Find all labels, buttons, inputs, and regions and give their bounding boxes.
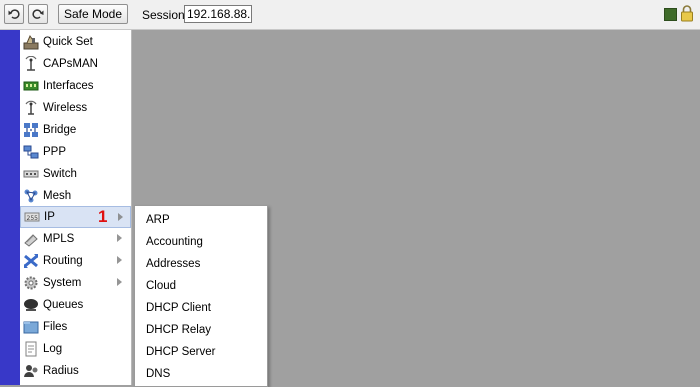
wireless-icon [23,100,39,116]
system-icon [23,275,39,291]
sidebar-item-capsman[interactable]: CAPsMAN [20,53,131,75]
radius-icon [23,363,39,379]
sidebar-item-label: CAPsMAN [43,58,98,70]
annotation-step-1: 1 [98,207,108,226]
sidebar-item-label: MPLS [43,233,75,245]
sidebar-item-label: Queues [43,299,84,311]
safe-mode-button[interactable]: Safe Mode [58,4,128,24]
sidebar-item-ppp[interactable]: PPP [20,141,131,163]
sidebar-item-label: System [43,277,82,289]
routing-icon [23,253,39,269]
lock-icon [681,5,693,22]
submenu-item-dhcp-relay[interactable]: DHCP Relay [146,320,211,340]
submenu-item-dhcp-client[interactable]: DHCP Client [146,298,211,318]
sidebar-item-ip[interactable]: 255 IP [20,206,131,228]
submenu-item-addresses[interactable]: Addresses [146,254,200,274]
sidebar-item-label: Interfaces [43,80,94,92]
sidebar-item-switch[interactable]: Switch [20,163,131,185]
interfaces-icon [23,78,39,94]
session-field[interactable]: 192.168.88.1 [184,5,252,23]
log-icon [23,341,39,357]
sidebar-item-routing[interactable]: Routing [20,250,131,272]
sidebar-item-label: Routing [43,255,83,267]
quick-set-icon [23,34,39,50]
submenu-arrow-icon [118,213,123,221]
sidebar-item-label: Files [43,321,68,333]
ip-icon: 255 [24,209,40,225]
submenu-item-accounting[interactable]: Accounting [146,232,203,252]
sidebar: Quick Set CAPsMAN Interfaces Wireless Br… [20,30,132,385]
undo-button[interactable] [4,4,24,24]
sidebar-item-label: IP [44,211,55,223]
redo-button[interactable] [28,4,48,24]
mpls-icon [23,231,39,247]
sidebar-item-queues[interactable]: Queues [20,294,131,316]
submenu-arrow-icon [117,256,122,264]
submenu-item-cloud[interactable]: Cloud [146,276,176,296]
session-label: Session: [142,8,189,22]
status-indicator [664,8,677,21]
ppp-icon [23,144,39,160]
mesh-icon [23,188,39,204]
sidebar-item-files[interactable]: Files [20,316,131,338]
sidebar-item-label: PPP [43,146,67,158]
sidebar-strip [0,30,20,385]
submenu-item-arp[interactable]: ARP [146,210,170,230]
sidebar-item-label: Switch [43,168,77,180]
files-icon [23,319,39,335]
sidebar-item-label: Log [43,343,63,355]
ip-submenu: ARP Accounting Addresses Cloud DHCP Clie… [134,205,268,387]
sidebar-item-interfaces[interactable]: Interfaces [20,75,131,97]
sidebar-item-wireless[interactable]: Wireless [20,97,131,119]
sidebar-item-mesh[interactable]: Mesh [20,185,131,207]
toolbar: Safe Mode Session: 192.168.88.1 [0,0,700,30]
svg-text:255: 255 [27,215,39,222]
sidebar-item-log[interactable]: Log [20,338,131,360]
bridge-icon [23,122,39,138]
sidebar-item-system[interactable]: System [20,272,131,294]
submenu-arrow-icon [117,234,122,242]
sidebar-item-radius[interactable]: Radius [20,360,131,382]
submenu-item-dns[interactable]: DNS [146,364,170,384]
sidebar-item-label: Bridge [43,124,77,136]
submenu-item-dhcp-server[interactable]: DHCP Server [146,342,215,362]
sidebar-item-mpls[interactable]: MPLS [20,228,131,250]
switch-icon [23,166,39,182]
redo-icon [32,9,44,19]
sidebar-item-label: Mesh [43,190,72,202]
sidebar-item-label: Wireless [43,102,88,114]
sidebar-item-label: Quick Set [43,36,93,48]
capsman-icon [23,56,39,72]
sidebar-item-bridge[interactable]: Bridge [20,119,131,141]
sidebar-item-quick-set[interactable]: Quick Set [20,31,131,53]
queues-icon [23,297,39,313]
submenu-arrow-icon [117,278,122,286]
sidebar-item-label: Radius [43,365,79,377]
undo-icon [8,9,20,19]
